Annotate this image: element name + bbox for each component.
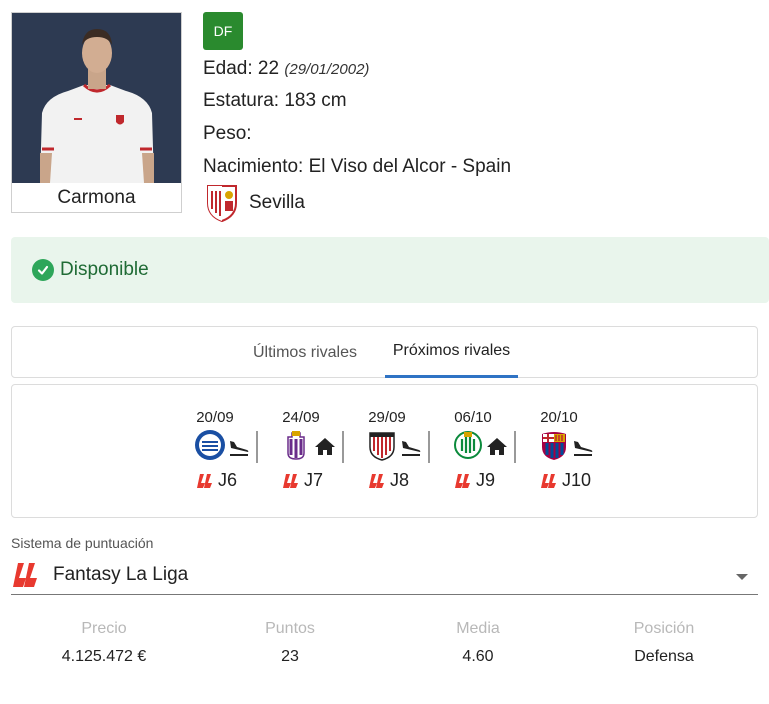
fixture-date: 06/10 bbox=[454, 409, 492, 426]
stat-label: Precio bbox=[81, 620, 127, 637]
valladolid-crest-icon bbox=[287, 431, 305, 460]
stat-label: Puntos bbox=[265, 620, 315, 637]
fixture-date: 29/09 bbox=[368, 409, 406, 426]
sevilla-crest-icon bbox=[207, 185, 237, 223]
fixture-divider bbox=[428, 431, 430, 463]
plane-landing-icon bbox=[402, 441, 421, 456]
team-row[interactable]: Sevilla bbox=[205, 183, 305, 223]
scoring-system-value: Fantasy La Liga bbox=[53, 564, 189, 585]
matchday-label: J7 bbox=[304, 470, 324, 490]
fixture-divider bbox=[256, 431, 258, 463]
scoring-system-label: Sistema de puntuación bbox=[11, 535, 154, 551]
athletic-crest-icon bbox=[369, 432, 395, 461]
stat-points: Puntos 23 bbox=[200, 620, 380, 666]
matchday-label: J8 bbox=[390, 470, 410, 490]
fixture-date: 20/09 bbox=[196, 409, 234, 426]
age-label: Edad: 22 bbox=[203, 58, 280, 79]
alaves-crest-icon bbox=[195, 430, 225, 460]
fixture-item[interactable]: 20/09 J6 bbox=[182, 385, 249, 517]
fixture-divider bbox=[342, 431, 344, 463]
fixture-item[interactable]: 06/10 J9 bbox=[440, 385, 507, 517]
matchday-label: J9 bbox=[476, 470, 496, 490]
player-photo bbox=[12, 13, 181, 183]
tab-next-rivals[interactable]: Próximos rivales bbox=[385, 327, 518, 378]
plane-landing-icon bbox=[230, 441, 249, 456]
availability-text: Disponible bbox=[60, 259, 149, 280]
stat-value: 4.125.472 € bbox=[61, 648, 147, 665]
player-photo-card: Carmona bbox=[11, 12, 182, 213]
fixtures-panel: 20/09 J6 24/09 J7 29/09 J8 06/10 J9 20/1… bbox=[11, 384, 758, 518]
laliga-icon bbox=[13, 563, 37, 587]
fixture-divider bbox=[514, 431, 516, 463]
availability-status: Disponible bbox=[11, 237, 769, 303]
tab-last-rivals[interactable]: Últimos rivales bbox=[240, 327, 370, 378]
chevron-down-icon[interactable] bbox=[736, 574, 748, 580]
age-line: Edad: 22 (29/01/2002) bbox=[203, 58, 369, 80]
scoring-system-select[interactable]: Fantasy La Liga bbox=[11, 556, 758, 595]
barcelona-crest-icon bbox=[542, 432, 566, 460]
player-name: Carmona bbox=[57, 187, 136, 208]
matchday-label: J6 bbox=[218, 470, 238, 490]
laliga-icon bbox=[197, 474, 212, 488]
rivals-tabs: Últimos rivales Próximos rivales bbox=[11, 326, 758, 378]
house-icon bbox=[315, 438, 335, 455]
check-circle-icon bbox=[32, 259, 54, 281]
laliga-icon bbox=[369, 474, 384, 488]
fixture-item[interactable]: 29/09 J8 bbox=[354, 385, 421, 517]
stat-price: Precio 4.125.472 € bbox=[14, 620, 194, 666]
laliga-icon bbox=[541, 474, 556, 488]
stat-label: Media bbox=[456, 620, 500, 637]
laliga-icon bbox=[455, 474, 470, 488]
weight-line: Peso: bbox=[203, 123, 252, 144]
fixture-item[interactable]: 24/09 J7 bbox=[268, 385, 335, 517]
team-name: Sevilla bbox=[249, 192, 305, 213]
fixture-date: 24/09 bbox=[282, 409, 320, 426]
position-badge: DF bbox=[203, 12, 243, 50]
stat-value: 23 bbox=[281, 648, 299, 665]
laliga-icon bbox=[283, 474, 298, 488]
stat-label: Posición bbox=[633, 620, 695, 637]
fixture-item[interactable]: 20/10 J10 bbox=[526, 385, 593, 517]
matchday-label: J10 bbox=[562, 470, 592, 490]
fixture-date: 20/10 bbox=[540, 409, 578, 426]
stat-position: Posición Defensa bbox=[574, 620, 754, 666]
birthdate: (29/01/2002) bbox=[284, 61, 370, 78]
birthplace-line: Nacimiento: El Viso del Alcor - Spain bbox=[203, 156, 512, 177]
house-icon bbox=[487, 438, 507, 455]
stat-average: Media 4.60 bbox=[388, 620, 568, 666]
height-line: Estatura: 183 cm bbox=[203, 90, 347, 111]
stat-value: Defensa bbox=[634, 648, 694, 665]
stat-value: 4.60 bbox=[462, 648, 494, 665]
betis-crest-icon bbox=[454, 431, 482, 459]
plane-landing-icon bbox=[574, 441, 593, 456]
